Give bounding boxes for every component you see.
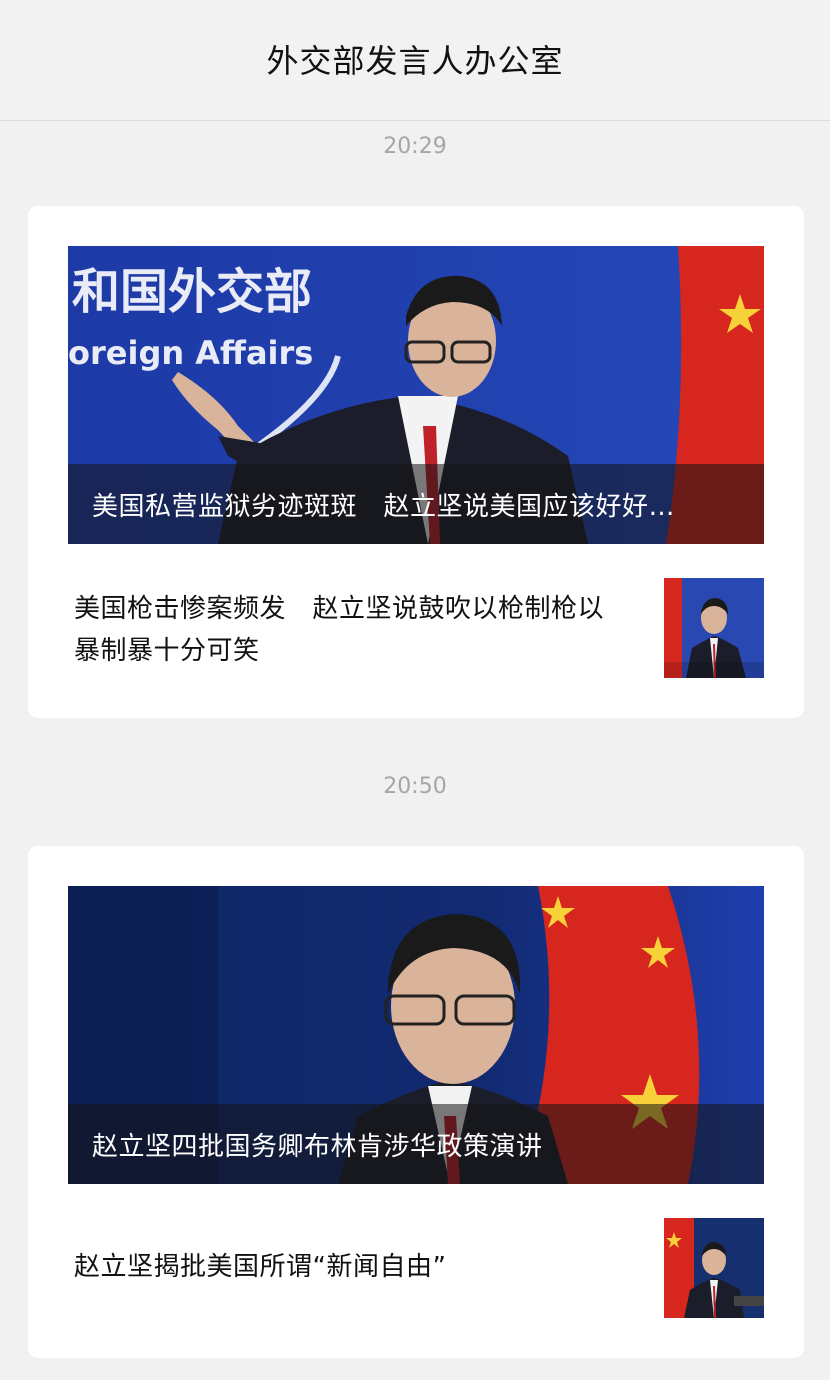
article-thumbnail[interactable] xyxy=(664,578,764,678)
hero-caption: 赵立坚四批国务卿布林肯涉华政策演讲 xyxy=(68,1104,764,1184)
backdrop-text-cn: 和国外交部 xyxy=(72,264,312,320)
hero-article[interactable]: 赵立坚四批国务卿布林肯涉华政策演讲 xyxy=(68,886,764,1184)
thumbnail-image xyxy=(664,578,764,678)
article-card: 和国外交部 oreign Affairs 美国私营监狱劣迹斑斑 赵立坚说美国应该… xyxy=(28,206,804,718)
article-title[interactable]: 赵立坚揭批美国所谓“新闻自由” xyxy=(74,1246,614,1288)
hero-article[interactable]: 和国外交部 oreign Affairs 美国私营监狱劣迹斑斑 赵立坚说美国应该… xyxy=(68,246,764,544)
article-title[interactable]: 美国枪击惨案频发 赵立坚说鼓吹以枪制枪以暴制暴十分可笑 xyxy=(74,588,614,672)
timestamp: 20:50 xyxy=(383,774,447,799)
hero-caption-text: 美国私营监狱劣迹斑斑 赵立坚说美国应该好好… xyxy=(92,492,676,522)
hero-caption-text: 赵立坚四批国务卿布林肯涉华政策演讲 xyxy=(92,1132,543,1162)
article-card: 赵立坚四批国务卿布林肯涉华政策演讲 赵立坚揭批美国所谓“新闻自由” xyxy=(28,846,804,1358)
page-title: 外交部发言人办公室 xyxy=(266,42,564,80)
timestamp: 20:29 xyxy=(383,134,447,159)
top-bar: 外交部发言人办公室 xyxy=(0,0,830,121)
thumbnail-image xyxy=(664,1218,764,1318)
hero-caption: 美国私营监狱劣迹斑斑 赵立坚说美国应该好好… xyxy=(68,464,764,544)
article-thumbnail[interactable] xyxy=(664,1218,764,1318)
backdrop-text-en: oreign Affairs xyxy=(68,334,313,372)
